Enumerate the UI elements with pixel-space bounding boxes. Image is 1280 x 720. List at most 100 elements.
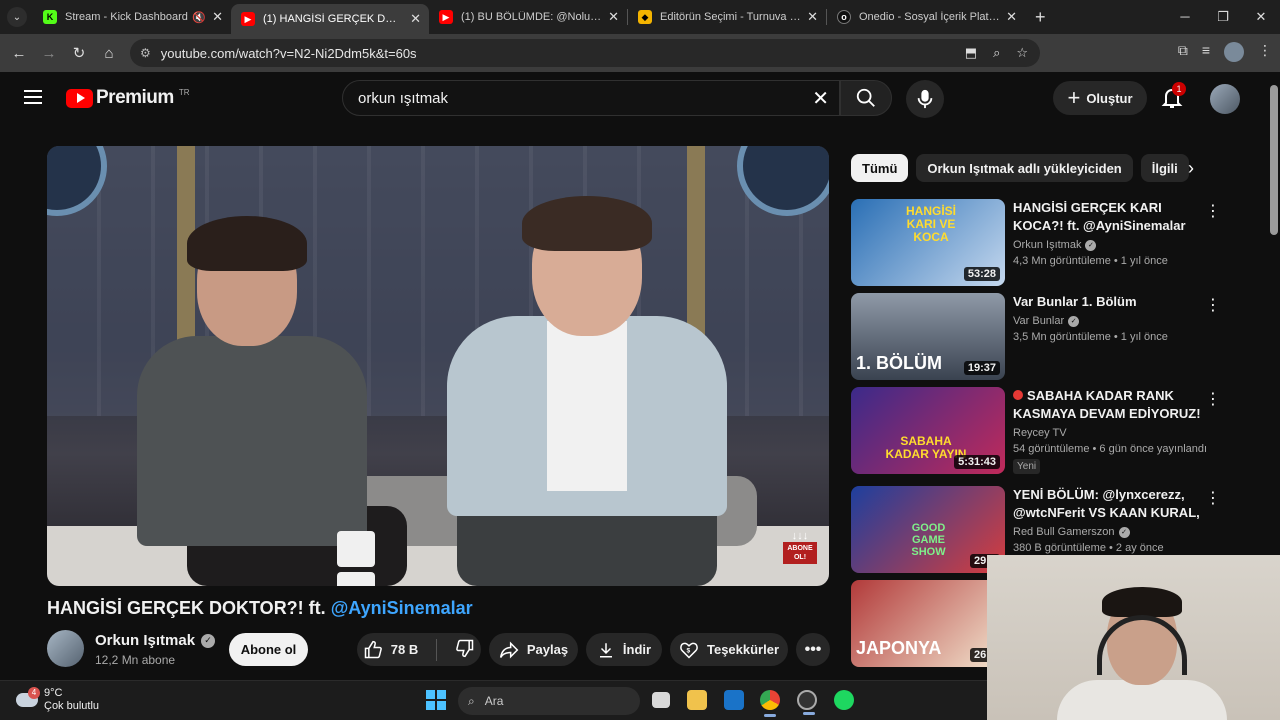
webcam-overlay — [987, 555, 1280, 720]
subscribe-button[interactable]: Abone ol — [229, 633, 308, 666]
browser-tab[interactable]: ◆ Editörün Seçimi - Turnuva - Qu ✕ — [628, 0, 826, 34]
verified-check-icon: ✓ — [1118, 526, 1130, 538]
create-button[interactable]: + Oluştur — [1053, 81, 1147, 115]
video-player[interactable]: ↓↓↓ ABONE OL! — [47, 146, 829, 586]
chip-from-uploader[interactable]: Orkun Işıtmak adlı yükleyiciden — [916, 154, 1133, 182]
more-dots-icon: ••• — [804, 640, 822, 658]
recommended-video[interactable]: 1. BÖLÜM 19:37 Var Bunlar 1. Bölüm Var B… — [851, 293, 1221, 381]
reload-icon[interactable]: ↻ — [64, 44, 94, 62]
video-duration: 19:37 — [963, 361, 1000, 375]
video-options-icon[interactable]: ⋮ — [1205, 389, 1221, 409]
forward-arrow-icon[interactable]: → — [34, 45, 64, 62]
browser-tab[interactable]: o Onedio - Sosyal İçerik Platform ✕ — [827, 0, 1025, 34]
thanks-label: Teşekkürler — [706, 642, 780, 657]
browser-menu-icon[interactable]: ⋮ — [1258, 42, 1272, 62]
more-actions-button[interactable]: ••• — [796, 633, 830, 666]
voice-search-button[interactable] — [906, 80, 944, 118]
close-tab-icon[interactable]: ✕ — [608, 9, 619, 25]
thanks-button[interactable]: $ Teşekkürler — [670, 633, 788, 666]
spotify-icon[interactable] — [834, 690, 854, 710]
home-icon[interactable]: ⌂ — [94, 45, 124, 62]
task-view-icon[interactable] — [652, 692, 670, 708]
bookmark-star-icon[interactable]: ☆ — [1016, 45, 1028, 61]
url-text: youtube.com/watch?v=N2-Ni2Ddm5k&t=60s — [160, 45, 417, 61]
recommended-title[interactable]: Var Bunlar 1. Bölüm — [1013, 293, 1208, 311]
account-avatar[interactable] — [1210, 84, 1240, 114]
browser-profile-avatar[interactable] — [1224, 42, 1244, 62]
kick-icon: K — [43, 10, 57, 24]
svg-text:$: $ — [686, 647, 690, 654]
close-window-icon[interactable]: ✕ — [1242, 0, 1280, 34]
taskbar-search[interactable]: ⌕ Ara — [458, 687, 640, 715]
outlook-icon[interactable] — [724, 690, 744, 710]
channel-name[interactable]: Orkun Işıtmak — [95, 632, 195, 649]
search-button[interactable] — [840, 80, 892, 116]
recommended-meta: 380 B görüntüleme • 2 ay önce — [1013, 542, 1164, 554]
weather-widget[interactable]: 4 9°C Çok bulutlu — [16, 687, 99, 713]
tab-title: (1) BU BÖLÜMDE: @NoluyoYaa — [461, 11, 602, 23]
video-thumbnail[interactable]: GOOD GAME SHOW 29:5 — [851, 486, 1005, 573]
install-app-icon[interactable]: ⬒ — [965, 45, 977, 61]
video-options-icon[interactable]: ⋮ — [1205, 488, 1221, 508]
app-icon[interactable] — [797, 690, 817, 715]
download-icon — [599, 642, 612, 657]
recommended-channel[interactable]: Red Bull Gamerszon — [1013, 526, 1115, 538]
recommended-channel[interactable]: Reycey TV — [1013, 427, 1067, 439]
site-info-icon[interactable]: ⚙ — [140, 46, 151, 60]
subscribe-overlay-badge[interactable]: ↓↓↓ ABONE OL! — [783, 530, 817, 564]
extensions-puzzle-icon[interactable]: ⧉ — [1178, 42, 1188, 62]
tab-search-menu[interactable]: ⌄ — [7, 7, 27, 27]
close-tab-icon[interactable]: ✕ — [212, 9, 223, 25]
minimize-icon[interactable]: ─ — [1166, 0, 1204, 34]
clear-search-icon[interactable]: ✕ — [812, 86, 829, 111]
close-tab-icon[interactable]: ✕ — [410, 11, 421, 27]
chip-all[interactable]: Tümü — [851, 154, 909, 182]
recommended-title[interactable]: SABAHA KADAR RANK KASMAYA DEVAM EDİYORUZ… — [1013, 387, 1208, 423]
browser-tab[interactable]: K Stream - Kick Dashboard 🔇 ✕ — [33, 0, 231, 34]
media-controls-icon[interactable]: ≡ — [1202, 42, 1210, 62]
dislike-button[interactable] — [455, 638, 475, 661]
recommended-video[interactable]: HANGİSİ KARI VE KOCA 53:28 HANGİSİ GERÇE… — [851, 199, 1221, 287]
video-thumbnail[interactable]: 1. BÖLÜM 19:37 — [851, 293, 1005, 380]
recommended-title[interactable]: HANGİSİ GERÇEK KARI KOCA?! ft. @AyniSine… — [1013, 199, 1208, 235]
page-scrollbar[interactable] — [1270, 85, 1278, 235]
windows-start-icon[interactable] — [426, 690, 446, 710]
share-button[interactable]: Paylaş — [489, 633, 578, 666]
video-thumbnail[interactable]: JAPONYA 26:2 — [851, 580, 1005, 667]
browser-tab[interactable]: ▶ (1) BU BÖLÜMDE: @NoluyoYaa ✕ — [429, 0, 627, 34]
chip-related[interactable]: İlgili — [1140, 154, 1189, 182]
recommended-channel[interactable]: Orkun Işıtmak — [1013, 239, 1081, 251]
recommended-channel[interactable]: Var Bunlar — [1013, 315, 1064, 327]
youtube-premium-logo[interactable]: Premium TR — [66, 87, 189, 109]
recommended-meta: 54 görüntüleme • 6 gün önce yayınlandı — [1013, 443, 1208, 455]
hamburger-menu-icon[interactable] — [24, 90, 42, 104]
muted-speaker-icon[interactable]: 🔇 — [192, 11, 206, 24]
recommended-video[interactable]: SABAHA KADAR YAYIN 5:31:43 SABAHA KADAR … — [851, 387, 1221, 475]
new-tab-plus-icon[interactable]: + — [1035, 7, 1046, 28]
address-bar[interactable]: ⚙ youtube.com/watch?v=N2-Ni2Ddm5k&t=60s … — [130, 39, 1040, 67]
video-title-mention-link[interactable]: @AyniSinemalar — [331, 598, 473, 618]
recommended-title[interactable]: YENİ BÖLÜM: @lynxcerezz, @wtcNFerit VS K… — [1013, 486, 1208, 522]
zoom-icon[interactable]: ⌕ — [993, 45, 1000, 61]
onedio-icon: o — [837, 10, 851, 24]
video-thumbnail[interactable]: HANGİSİ KARI VE KOCA 53:28 — [851, 199, 1005, 286]
restore-icon[interactable]: ❐ — [1204, 0, 1242, 34]
video-options-icon[interactable]: ⋮ — [1205, 295, 1221, 315]
channel-avatar[interactable] — [47, 630, 84, 667]
chevron-right-icon[interactable]: › — [1188, 158, 1194, 179]
video-thumbnail[interactable]: SABAHA KADAR YAYIN 5:31:43 — [851, 387, 1005, 474]
download-button[interactable]: İndir — [586, 633, 662, 666]
video-duration: 53:28 — [963, 267, 1000, 281]
like-button[interactable]: 78 B — [363, 640, 418, 660]
notifications-button[interactable]: 1 — [1160, 82, 1186, 112]
close-tab-icon[interactable]: ✕ — [1006, 9, 1017, 25]
channel-name-row[interactable]: Orkun Işıtmak ✓ — [95, 632, 216, 649]
search-input[interactable]: orkun ışıtmak ✕ — [342, 80, 840, 116]
video-options-icon[interactable]: ⋮ — [1205, 201, 1221, 221]
back-arrow-icon[interactable]: ← — [4, 45, 34, 62]
close-tab-icon[interactable]: ✕ — [807, 9, 818, 25]
browser-toolbar: ← → ↻ ⌂ ⚙ youtube.com/watch?v=N2-Ni2Ddm5… — [0, 34, 1280, 72]
file-explorer-icon[interactable] — [687, 690, 707, 710]
browser-tab-active[interactable]: ▶ (1) HANGİSİ GERÇEK DOKTOR?! ✕ — [231, 4, 429, 34]
chrome-icon[interactable] — [760, 690, 780, 717]
